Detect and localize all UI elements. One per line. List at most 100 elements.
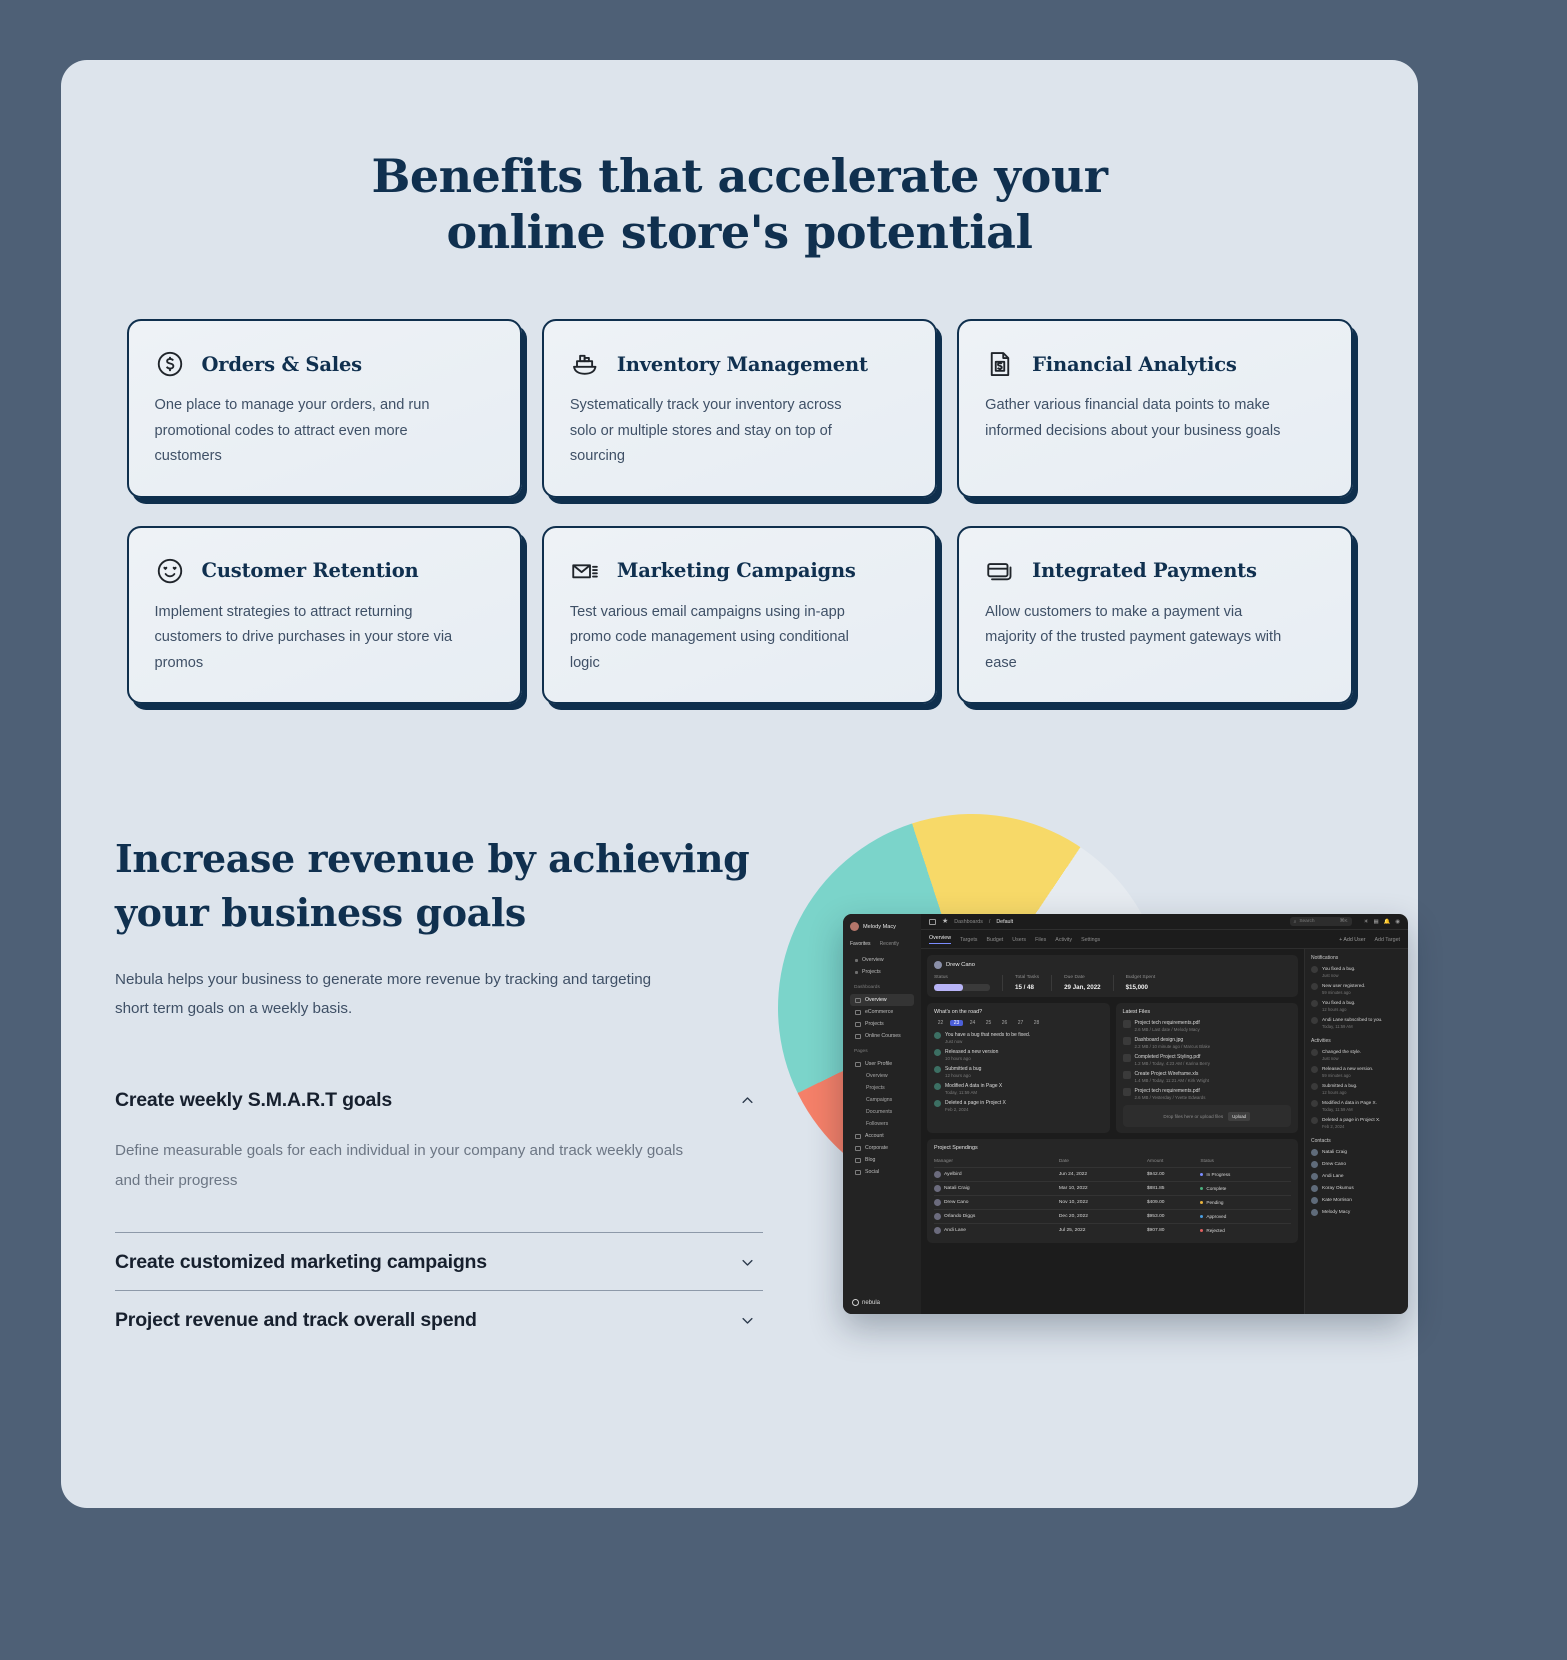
sidebar-item-overview[interactable]: Overview xyxy=(850,954,914,966)
tab-users[interactable]: Users xyxy=(1012,937,1026,943)
contact-item[interactable]: Natali Craig xyxy=(1311,1149,1402,1156)
activity-item[interactable]: Released a new version. 59 minutes ago xyxy=(1311,1066,1402,1078)
sidebar-item-user-profile[interactable]: User Profile xyxy=(850,1058,914,1070)
accordion-header[interactable]: Create customized marketing campaigns xyxy=(115,1233,763,1290)
activity-text: Deleted a page in Project X. xyxy=(1322,1117,1381,1122)
search-input[interactable]: ⌕ Search ⌘K xyxy=(1289,917,1352,926)
profile-icon[interactable]: ◉ xyxy=(1395,919,1400,925)
accordion-header[interactable]: Project revenue and track overall spend xyxy=(115,1291,763,1348)
notification-text: You fixed a bug. xyxy=(1322,1000,1356,1005)
table-row[interactable]: Andi Lane Jul 25, 2022 $907.80 Rejected xyxy=(934,1223,1291,1237)
file-dropzone[interactable]: Drop files here or upload files Upload xyxy=(1122,1105,1291,1127)
star-icon[interactable]: ★ xyxy=(942,918,948,925)
table-row[interactable]: Orlando Diggs Dec 20, 2022 $953.00 Appro… xyxy=(934,1209,1291,1224)
day-26[interactable]: 26 xyxy=(998,1020,1011,1026)
add-target-button[interactable]: Add Target xyxy=(1374,937,1400,943)
sidebar-toggle-icon[interactable] xyxy=(929,918,936,925)
chevron-up-icon[interactable] xyxy=(740,1093,755,1108)
contact-item[interactable]: Koray Okumus xyxy=(1311,1185,1402,1192)
upload-button[interactable]: Upload xyxy=(1228,1111,1251,1121)
sidebar-item-corporate[interactable]: Corporate xyxy=(850,1142,914,1154)
table-row[interactable]: Ayelbird Jun 24, 2022 $942.00 In Progres… xyxy=(934,1167,1291,1182)
activity-item[interactable]: Modified A data in Page X. Today, 11:59 … xyxy=(1311,1100,1402,1112)
activity-item[interactable]: Changed the style. Just now xyxy=(1311,1049,1402,1061)
add-user-button[interactable]: + Add User xyxy=(1339,937,1365,943)
file-item[interactable]: Project tech requirements.pdf 2.6 MB / Y… xyxy=(1122,1088,1292,1100)
day-24[interactable]: 24 xyxy=(966,1020,979,1026)
tab-overview[interactable]: Overview xyxy=(929,935,952,944)
feature-card-financial-analytics[interactable]: Financial Analytics Gather various finan… xyxy=(957,319,1353,498)
accordion-item-smart-goals: Create weekly S.M.A.R.T goals Define mea… xyxy=(115,1071,763,1233)
tab-settings[interactable]: Settings xyxy=(1081,937,1100,943)
sidebar-item-profile-followers[interactable]: Followers xyxy=(850,1118,914,1130)
chevron-down-icon[interactable] xyxy=(740,1313,755,1328)
accordion-header[interactable]: Create weekly S.M.A.R.T goals xyxy=(115,1071,763,1128)
sidebar-item-profile-projects[interactable]: Projects xyxy=(850,1082,914,1094)
theme-icon[interactable]: ☀ xyxy=(1364,919,1369,925)
sidebar-item-projects[interactable]: Projects xyxy=(850,966,914,978)
feature-card-inventory-management[interactable]: Inventory Management Systematically trac… xyxy=(541,319,938,498)
sidebar-tab-recently[interactable]: Recently xyxy=(880,941,899,947)
tab-activity[interactable]: Activity xyxy=(1055,937,1072,943)
chevron-down-icon[interactable] xyxy=(740,1255,755,1270)
sidebar-item-social[interactable]: Social xyxy=(850,1166,914,1178)
contact-item[interactable]: Melody Macy xyxy=(1311,1209,1402,1216)
sidebar-item-profile-overview[interactable]: Overview xyxy=(850,1070,914,1082)
article-icon xyxy=(855,1157,861,1163)
notification-item[interactable]: Andi Lane subscribed to you. Today, 11:5… xyxy=(1311,1017,1402,1029)
cell-manager: Orlando Diggs xyxy=(944,1214,976,1219)
feature-card-customer-retention[interactable]: Customer Retention Implement strategies … xyxy=(126,525,522,704)
day-28[interactable]: 28 xyxy=(1030,1020,1043,1026)
activity-item[interactable]: Submitted a bug. 12 hours ago xyxy=(1311,1083,1402,1095)
file-item[interactable]: Project tech requirements.pdf 2.6 MB / L… xyxy=(1122,1020,1292,1032)
feature-card-orders-sales[interactable]: Orders & Sales One place to manage your … xyxy=(126,319,522,498)
sidebar-item-profile-documents[interactable]: Documents xyxy=(850,1106,914,1118)
bell-icon[interactable]: 🔔 xyxy=(1384,919,1391,925)
contact-item[interactable]: Kate Morrison xyxy=(1311,1197,1402,1204)
notification-time: Just now xyxy=(1322,973,1339,978)
day-22[interactable]: 22 xyxy=(934,1020,947,1026)
stat-status: Status xyxy=(934,975,1003,991)
grid-apps-icon[interactable]: ▦ xyxy=(1373,919,1378,925)
activity-item[interactable]: Deleted a page in Project X. Feb 2, 2024 xyxy=(1311,1117,1402,1129)
file-item[interactable]: Create Project Wireframe.xls 1.4 MB / To… xyxy=(1122,1071,1292,1083)
contact-item[interactable]: Andi Lane xyxy=(1311,1173,1402,1180)
sidebar-item-blog[interactable]: Blog xyxy=(850,1154,914,1166)
notification-item[interactable]: You fixed a bug. Just now xyxy=(1311,966,1402,978)
activity-icon xyxy=(934,1032,941,1039)
file-item[interactable]: Dashboard design.jpg 2.2 MB / 10 minute … xyxy=(1122,1037,1292,1049)
notification-item[interactable]: New user registered. 59 minutes ago xyxy=(1311,983,1402,995)
breadcrumb-dashboards[interactable]: Dashboards xyxy=(954,919,983,925)
financial-document-icon xyxy=(985,349,1015,379)
sidebar-item-ecommerce[interactable]: eCommerce xyxy=(850,1006,914,1018)
sidebar-item-dashboards-overview[interactable]: Overview xyxy=(850,994,914,1006)
table-row[interactable]: Natali Craig Mar 10, 2022 $881.85 Comple… xyxy=(934,1181,1291,1196)
card-title: Integrated Payments xyxy=(1032,559,1257,582)
notification-time: 12 hours ago xyxy=(1322,1007,1347,1012)
sidebar-item-online-courses[interactable]: Online Courses xyxy=(850,1030,914,1042)
day-23[interactable]: 23 xyxy=(950,1020,963,1026)
notification-time: 59 minutes ago xyxy=(1322,990,1351,995)
table-row[interactable]: Drew Cano Nov 10, 2022 $409.00 Pending xyxy=(934,1195,1291,1210)
activity-time: Feb 2, 2024 xyxy=(1322,1124,1345,1129)
sidebar-item-profile-campaigns[interactable]: Campaigns xyxy=(850,1094,914,1106)
notification-item[interactable]: You fixed a bug. 12 hours ago xyxy=(1311,1000,1402,1012)
day-25[interactable]: 25 xyxy=(982,1020,995,1026)
tab-budget[interactable]: Budget xyxy=(986,937,1003,943)
feature-card-integrated-payments[interactable]: Integrated Payments Allow customers to m… xyxy=(957,525,1353,704)
tab-targets[interactable]: Targets xyxy=(960,937,977,943)
contact-item[interactable]: Drew Cano xyxy=(1311,1161,1402,1168)
day-27[interactable]: 27 xyxy=(1014,1020,1027,1026)
sidebar-user[interactable]: Melody Macy xyxy=(850,922,914,931)
sidebar-item-label: Overview xyxy=(862,957,884,963)
sidebar-item-projects-dash[interactable]: Projects xyxy=(850,1018,914,1030)
sidebar-item-account[interactable]: Account xyxy=(850,1130,914,1142)
stat-label: Due Date xyxy=(1064,975,1085,980)
sidebar-item-label: Projects xyxy=(862,969,881,975)
whats-on-road-panel: What's on the road? 22 23 24 25 26 27 28 xyxy=(927,1003,1110,1133)
sidebar-tab-favorites[interactable]: Favorites xyxy=(850,941,871,947)
two-column-panels: What's on the road? 22 23 24 25 26 27 28 xyxy=(927,1003,1298,1133)
feature-card-marketing-campaigns[interactable]: Marketing Campaigns Test various email c… xyxy=(541,525,938,704)
file-item[interactable]: Completed Project Styling.pdf 1.2 MB / T… xyxy=(1122,1054,1292,1066)
tab-files[interactable]: Files xyxy=(1035,937,1046,943)
